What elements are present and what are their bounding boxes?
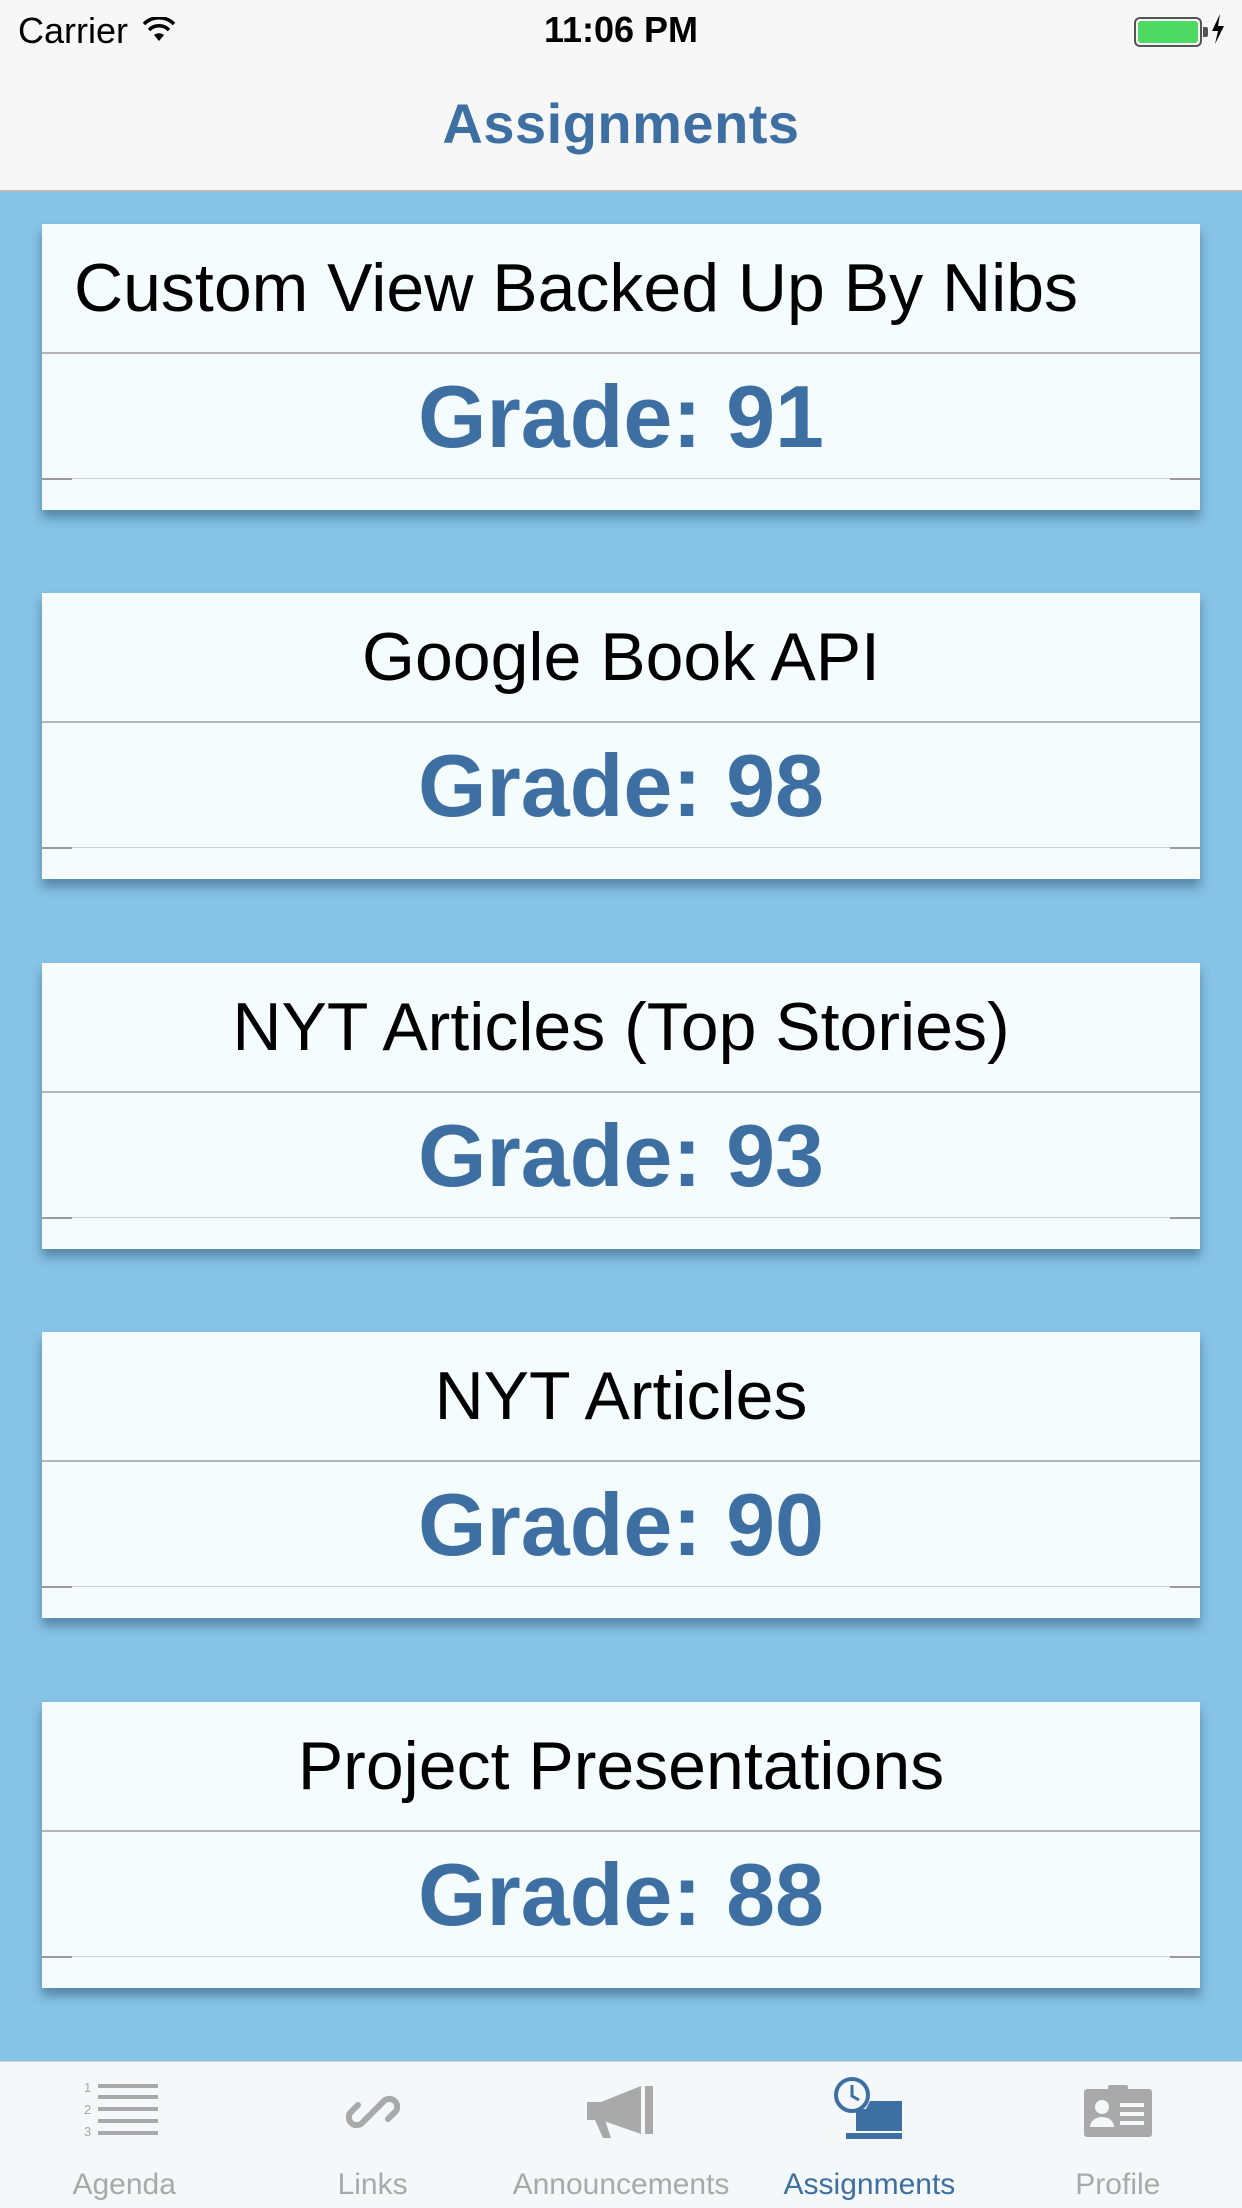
list-icon: 1 2 3: [79, 2072, 169, 2152]
status-time: 11:06 PM: [543, 9, 699, 50]
card-divider: [42, 1956, 1200, 1958]
assignment-title: Google Book API: [42, 593, 1200, 723]
card-divider: [42, 478, 1200, 480]
megaphone-icon: [576, 2072, 666, 2152]
page-title: Assignments: [442, 91, 800, 155]
tab-profile[interactable]: Profile: [994, 2062, 1242, 2208]
assignment-card[interactable]: Project Presentations Grade: 88: [42, 1702, 1200, 1988]
assignment-grade: Grade: 90: [418, 1475, 824, 1574]
battery-level: [1138, 20, 1198, 43]
tab-assignments[interactable]: Assignments: [745, 2062, 993, 2208]
carrier-label: Carrier: [18, 10, 129, 51]
charging-bolt-icon: [1210, 14, 1226, 49]
tab-label: Agenda: [72, 2168, 176, 2201]
tab-label: Links: [337, 2168, 408, 2201]
tab-bar: 1 2 3 Agenda Links Announcements Assignm…: [0, 2061, 1242, 2208]
clock-desk-icon: [824, 2072, 914, 2152]
assignment-title: Project Presentations: [42, 1702, 1200, 1832]
assignment-card[interactable]: NYT Articles Grade: 90: [42, 1332, 1200, 1618]
assignment-grade: Grade: 88: [418, 1845, 824, 1944]
link-icon: [328, 2072, 418, 2152]
assignment-grade: Grade: 91: [418, 367, 824, 466]
tab-label: Assignments: [783, 2168, 956, 2201]
svg-text:1: 1: [84, 2080, 91, 2095]
status-bar: Carrier 11:06 PM: [0, 0, 1242, 62]
svg-text:2: 2: [84, 2102, 91, 2117]
battery-icon: [1134, 16, 1208, 47]
assignment-title: NYT Articles (Top Stories): [42, 963, 1200, 1093]
card-divider: [42, 1217, 1200, 1219]
assignment-card[interactable]: Custom View Backed Up By Nibs Grade: 91: [42, 224, 1200, 510]
card-divider: [42, 847, 1200, 849]
wifi-icon: [142, 10, 176, 52]
card-divider: [42, 1586, 1200, 1588]
id-card-icon: [1073, 2072, 1163, 2152]
status-right: [1134, 14, 1226, 49]
assignment-title: NYT Articles: [42, 1332, 1200, 1462]
tab-label: Profile: [1075, 2168, 1161, 2201]
navigation-bar: Assignments: [0, 62, 1242, 192]
tab-agenda[interactable]: 1 2 3 Agenda: [0, 2062, 248, 2208]
assignment-grade: Grade: 93: [418, 1106, 824, 1205]
assignment-card[interactable]: Google Book API Grade: 98: [42, 593, 1200, 879]
assignment-title: Custom View Backed Up By Nibs: [42, 224, 1200, 354]
status-left: Carrier: [18, 10, 176, 52]
assignment-grade: Grade: 98: [418, 736, 824, 835]
svg-text:3: 3: [84, 2124, 91, 2139]
tab-links[interactable]: Links: [248, 2062, 496, 2208]
assignment-list[interactable]: Custom View Backed Up By Nibs Grade: 91 …: [0, 193, 1242, 2059]
tab-announcements[interactable]: Announcements: [497, 2062, 745, 2208]
assignment-card[interactable]: NYT Articles (Top Stories) Grade: 93: [42, 963, 1200, 1249]
tab-label: Announcements: [512, 2168, 730, 2201]
